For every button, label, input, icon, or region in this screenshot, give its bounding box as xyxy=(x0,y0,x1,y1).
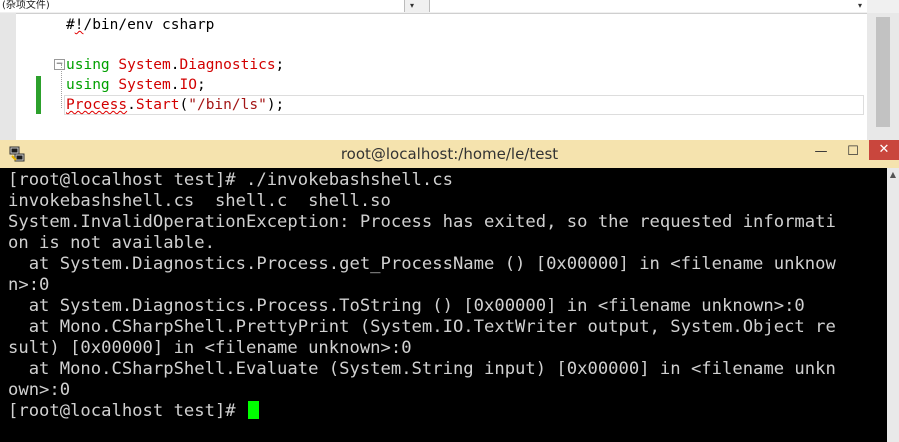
navigation-bar: (杂项文件) ▾ ▾ xyxy=(0,0,899,14)
editor-vertical-scrollbar[interactable] xyxy=(867,13,899,140)
code-token: . xyxy=(170,77,180,93)
code-line[interactable]: using System.Diagnostics; xyxy=(66,55,284,75)
terminal-output-line: [root@localhost test]# ./invokebashshell… xyxy=(8,170,453,190)
collapse-icon[interactable]: − xyxy=(54,59,65,70)
project-dropdown[interactable]: (杂项文件) xyxy=(0,0,405,12)
code-line[interactable]: Process.Start("/bin/ls"); xyxy=(66,95,284,115)
scrollbar-thumb[interactable] xyxy=(876,17,890,127)
text-cursor xyxy=(248,401,259,419)
code-token: ( xyxy=(179,97,189,113)
outline-guide xyxy=(61,64,62,108)
terminal-output-line: at System.Diagnostics.Process.get_Proces… xyxy=(8,254,836,274)
code-token: using xyxy=(66,57,110,73)
prompt-line: [root@localhost test]# xyxy=(8,401,888,422)
scroll-up-icon[interactable]: ▲ xyxy=(887,170,899,180)
prompt-text: [root@localhost test]# xyxy=(8,401,246,421)
chevron-down-icon[interactable]: ▾ xyxy=(405,0,419,12)
code-editor[interactable]: (杂项文件) ▾ ▾ − #!/bin/env csharp using Syst… xyxy=(0,0,899,140)
editor-gutter xyxy=(0,13,16,140)
terminal-output-line: on is not available. xyxy=(8,233,215,253)
code-token: "/bin/ls" xyxy=(188,97,267,113)
change-indicator xyxy=(36,76,41,114)
code-token: ; xyxy=(196,77,206,93)
code-line[interactable]: #!/bin/env csharp xyxy=(66,15,214,35)
code-token: System xyxy=(118,77,171,93)
code-token: # xyxy=(66,17,75,33)
terminal-output-line: at Mono.CSharpShell.Evaluate (System.Str… xyxy=(8,359,836,379)
code-token: /bin/env csharp xyxy=(83,17,215,33)
terminal-output-line: n>:0 xyxy=(8,275,50,295)
code-line[interactable]: using System.IO; xyxy=(66,75,206,95)
terminal-scrollbar[interactable]: ▲ xyxy=(887,168,899,442)
terminal-output-line: System.InvalidOperationException: Proces… xyxy=(8,212,836,232)
code-token: ; xyxy=(275,57,285,73)
code-token: Diagnostics xyxy=(179,57,276,73)
minimize-button[interactable]: — xyxy=(805,140,837,164)
code-token: Start xyxy=(135,97,180,113)
maximize-button[interactable]: ☐ xyxy=(837,140,869,164)
code-token: . xyxy=(170,57,180,73)
project-dropdown-label: (杂项文件) xyxy=(2,0,50,11)
code-token: using xyxy=(66,77,110,93)
title-bar[interactable]: root@localhost:/home/le/test — ☐ ✕ xyxy=(0,140,899,168)
window-title: root@localhost:/home/le/test xyxy=(340,145,559,163)
code-token: System xyxy=(118,57,171,73)
code-token: . xyxy=(127,97,136,113)
terminal-output-line: invokebashshell.cs shell.c shell.so xyxy=(8,191,391,211)
chevron-down-icon[interactable]: ▾ xyxy=(853,0,867,12)
terminal-output-line: at Mono.CSharpShell.PrettyPrint (System.… xyxy=(8,317,836,337)
code-token: IO xyxy=(179,77,197,93)
terminal-screen[interactable]: [root@localhost test]# ./invokebashshell… xyxy=(0,168,887,442)
terminal-output-line: sult) [0x00000] in <filename unknown>:0 xyxy=(8,338,412,358)
terminal-window[interactable]: root@localhost:/home/le/test — ☐ ✕ [root… xyxy=(0,140,899,442)
member-dropdown[interactable] xyxy=(429,0,867,12)
terminal-output-line: own>:0 xyxy=(8,380,71,400)
code-token: ); xyxy=(266,97,285,113)
terminal-output-line: at System.Diagnostics.Process.ToString (… xyxy=(8,296,805,316)
code-token: Process xyxy=(66,97,128,113)
close-button[interactable]: ✕ xyxy=(869,140,899,160)
